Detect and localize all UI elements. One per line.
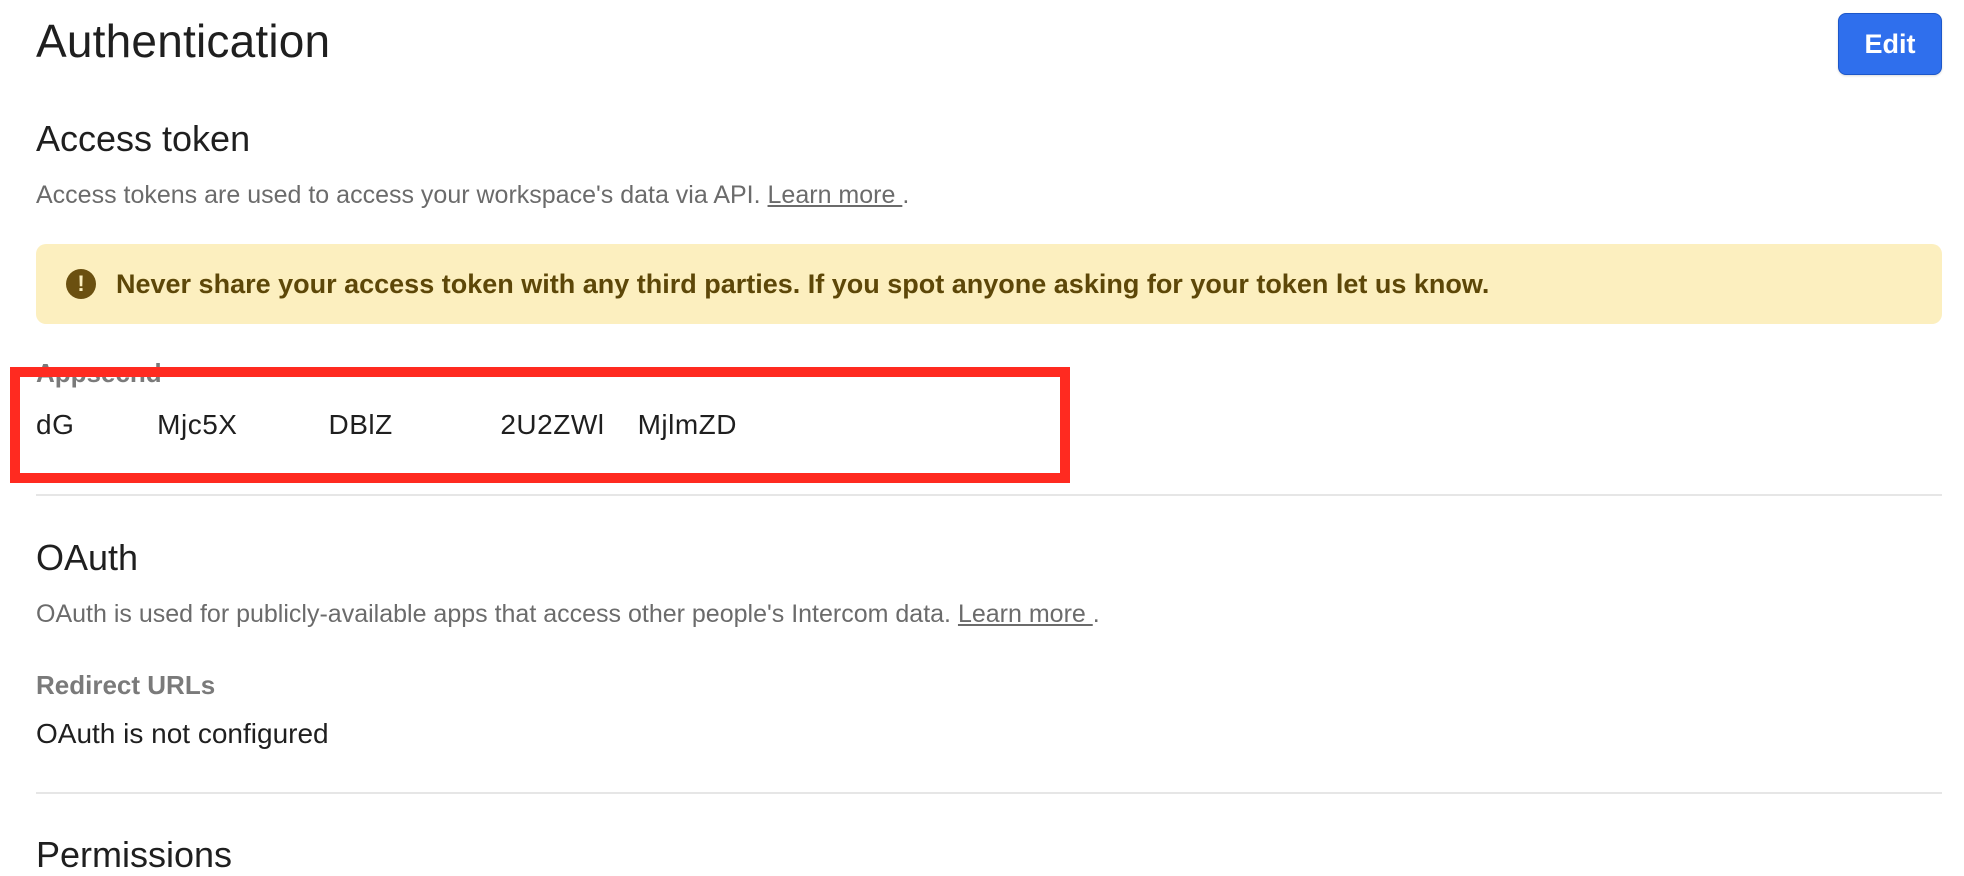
access-token-learn-more-link[interactable]: Learn more [768, 181, 903, 209]
edit-button[interactable]: Edit [1838, 13, 1942, 75]
access-token-heading: Access token [36, 118, 251, 159]
permissions-heading: Permissions [36, 834, 233, 875]
warning-banner: ! Never share your access token with any… [36, 244, 1942, 324]
oauth-description-text: OAuth is used for publicly-available app… [36, 600, 958, 628]
section-divider [36, 494, 1942, 496]
access-token-description-text: Access tokens are used to access your wo… [36, 181, 768, 209]
page-title: Authentication [36, 15, 331, 67]
token-highlight-box [10, 367, 1070, 483]
access-token-period: . [902, 181, 910, 209]
oauth-period: . [1092, 600, 1100, 628]
access-token-description: Access tokens are used to access your wo… [36, 181, 909, 210]
redirect-urls-value: OAuth is not configured [36, 718, 329, 749]
redirect-urls-label: Redirect URLs [36, 670, 216, 700]
oauth-heading: OAuth [36, 537, 139, 578]
oauth-description: OAuth is used for publicly-available app… [36, 600, 1100, 629]
section-divider [36, 792, 1942, 794]
exclamation-circle-icon: ! [66, 269, 96, 299]
oauth-learn-more-link[interactable]: Learn more [958, 600, 1093, 628]
warning-text: Never share your access token with any t… [116, 268, 1490, 299]
